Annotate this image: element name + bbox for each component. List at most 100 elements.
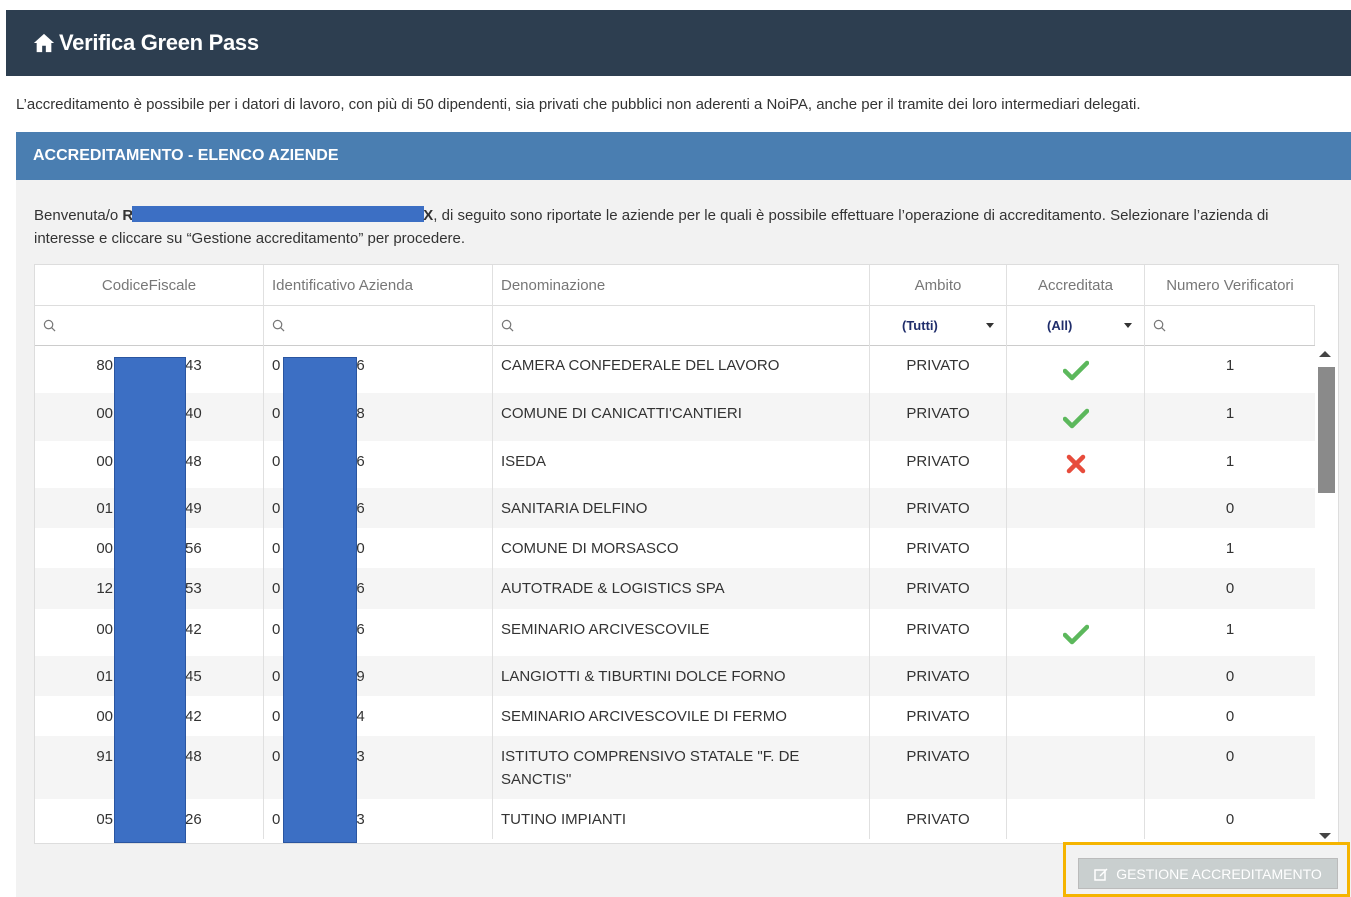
column-header-codicefiscale[interactable]: CodiceFiscale (35, 265, 264, 305)
filter-identificativo[interactable] (264, 305, 493, 345)
filter-accreditata[interactable]: (All) (1007, 305, 1145, 345)
redacted-user-name (132, 206, 425, 222)
table-row[interactable]: 00 42 0 4 SEMINARIO ARCIVESCOVILE DI FERMO PR… (35, 696, 1315, 736)
column-header-denominazione[interactable]: Denominazione (493, 265, 870, 305)
check-icon (1062, 408, 1089, 429)
gestione-accreditamento-button[interactable]: GESTIONE ACCREDITAMENTO (1078, 858, 1338, 889)
scroll-up-icon[interactable] (1319, 351, 1331, 357)
cell-text: 48 (185, 748, 202, 765)
cell-ambito: PRIVATO (870, 736, 1007, 799)
cell-text: AUTOTRADE & LOGISTICS SPA (501, 580, 725, 597)
table-row[interactable]: 01 49 0 6 SANITARIA DELFINO PRIVATO 0 (35, 488, 1315, 528)
table-row[interactable]: 12 53 0 6 AUTOTRADE & LOGISTICS SPA PRIVATO 0 (35, 568, 1315, 609)
cell-text: 0 (272, 580, 281, 597)
user-name-end: X (423, 207, 434, 224)
cell-text: 01 (96, 668, 113, 685)
cell-text: COMUNE DI CANICATTI'CANTIERI (501, 405, 742, 422)
cell-text: 42 (185, 621, 202, 638)
cell-text: 00 (96, 405, 113, 422)
cell-text: 0 (272, 405, 281, 422)
cross-icon (1066, 454, 1085, 474)
cell-text: 6 (356, 357, 365, 374)
chevron-down-icon (986, 322, 994, 328)
cell-text: PRIVATO (906, 357, 970, 374)
cell-text: 3 (356, 748, 365, 765)
cell-numero-verificatori: 1 (1145, 345, 1315, 393)
cell-denominazione: LANGIOTTI & TIBURTINI DOLCE FORNO (493, 656, 870, 696)
table-row[interactable]: 05 26 0 3 TUTINO IMPIANTI PRIVATO 0 (35, 799, 1315, 839)
cell-text: PRIVATO (906, 811, 970, 828)
cell-text: 0 (1225, 748, 1235, 765)
cell-text: 1 (1225, 621, 1235, 638)
cell-text: 40 (185, 405, 202, 422)
cell-text: 00 (96, 708, 113, 725)
grid-filter-row: (Tutti) (All) (35, 305, 1315, 346)
cell-text: 80 (96, 357, 113, 374)
cell-text: SANITARIA DELFINO (501, 500, 648, 517)
cell-text: PRIVATO (906, 540, 970, 557)
welcome-prefix: Benvenuta/o (34, 207, 123, 224)
filter-denominazione[interactable] (493, 305, 870, 345)
cell-text: PRIVATO (906, 668, 970, 685)
grid-header-row: CodiceFiscale Identificativo Azienda Den… (35, 265, 1315, 306)
filter-numero-verificatori[interactable] (1145, 305, 1315, 345)
cell-numero-verificatori: 1 (1145, 441, 1315, 488)
home-icon[interactable] (33, 32, 55, 54)
cell-text: 0 (272, 357, 281, 374)
cell-numero-verificatori: 1 (1145, 609, 1315, 656)
cell-denominazione: COMUNE DI MORSASCO (493, 528, 870, 568)
table-row[interactable]: 00 48 0 6 ISEDA PRIVATO 1 (35, 441, 1315, 488)
column-header-numero-verificatori[interactable]: Numero Verificatori (1145, 265, 1315, 305)
cell-text: 12 (96, 580, 113, 597)
filter-ambito[interactable]: (Tutti) (870, 305, 1007, 345)
cell-text: 00 (96, 621, 113, 638)
column-header-ambito[interactable]: Ambito (870, 265, 1007, 305)
cell-numero-verificatori: 0 (1145, 488, 1315, 528)
cell-accreditata (1007, 568, 1145, 609)
gestione-accreditamento-label: GESTIONE ACCREDITAMENTO (1116, 865, 1322, 882)
cell-text: 00 (96, 453, 113, 470)
cell-text: PRIVATO (906, 580, 970, 597)
cell-text: 00 (96, 540, 113, 557)
cell-numero-verificatori: 0 (1145, 696, 1315, 736)
redaction-codicefiscale (114, 357, 186, 843)
cell-text: 0 (1225, 811, 1235, 828)
cell-text: PRIVATO (906, 500, 970, 517)
cell-ambito: PRIVATO (870, 609, 1007, 656)
cell-text: 1 (1225, 405, 1235, 422)
cell-accreditata (1007, 345, 1145, 393)
table-row[interactable]: 00 40 0 8 COMUNE DI CANICATTI'CANTIERI PRIVAT… (35, 393, 1315, 441)
welcome-text: Benvenuta/o R X, di seguito sono riportat… (34, 204, 1324, 250)
cell-text: 1 (1225, 540, 1235, 557)
cell-numero-verificatori: 0 (1145, 568, 1315, 609)
cell-accreditata (1007, 609, 1145, 656)
chevron-down-icon (1124, 322, 1132, 328)
cell-text: CAMERA CONFEDERALE DEL LAVORO (501, 357, 780, 374)
column-header-identificativo[interactable]: Identificativo Azienda (264, 265, 493, 305)
column-header-accreditata[interactable]: Accreditata (1007, 265, 1145, 305)
cell-text: COMUNE DI MORSASCO (501, 540, 679, 557)
cell-accreditata (1007, 528, 1145, 568)
table-row[interactable]: 01 45 0 9 LANGIOTTI & TIBURTINI DOLCE FORNO P… (35, 656, 1315, 696)
cell-accreditata (1007, 736, 1145, 799)
grid-scrollbar[interactable] (1317, 347, 1335, 843)
scroll-down-icon[interactable] (1319, 833, 1331, 839)
cell-text: 8 (356, 405, 365, 422)
cell-denominazione: ISEDA (493, 441, 870, 488)
search-icon (501, 319, 514, 331)
table-row[interactable]: 00 42 0 6 SEMINARIO ARCIVESCOVILE PRIVATO 1 (35, 609, 1315, 656)
filter-codicefiscale[interactable] (35, 305, 264, 345)
cell-denominazione: COMUNE DI CANICATTI'CANTIERI (493, 393, 870, 441)
table-row[interactable]: 80 43 0 6 CAMERA CONFEDERALE DEL LAVORO PRIVA… (35, 345, 1315, 393)
cell-text: 0 (272, 668, 281, 685)
cell-numero-verificatori: 1 (1145, 528, 1315, 568)
table-row[interactable]: 91 48 0 3 ISTITUTO COMPRENSIVO STATALE "F. D… (35, 736, 1315, 799)
cell-numero-verificatori: 1 (1145, 393, 1315, 441)
app-title: Verifica Green Pass (59, 30, 259, 55)
cell-denominazione: SANITARIA DELFINO (493, 488, 870, 528)
app-header: Verifica Green Pass (6, 10, 1351, 76)
cell-text: 91 (96, 748, 113, 765)
cell-text: 0 (272, 621, 281, 638)
table-row[interactable]: 00 56 0 0 COMUNE DI MORSASCO PRIVATO 1 (35, 528, 1315, 568)
scrollbar-thumb[interactable] (1318, 367, 1335, 493)
